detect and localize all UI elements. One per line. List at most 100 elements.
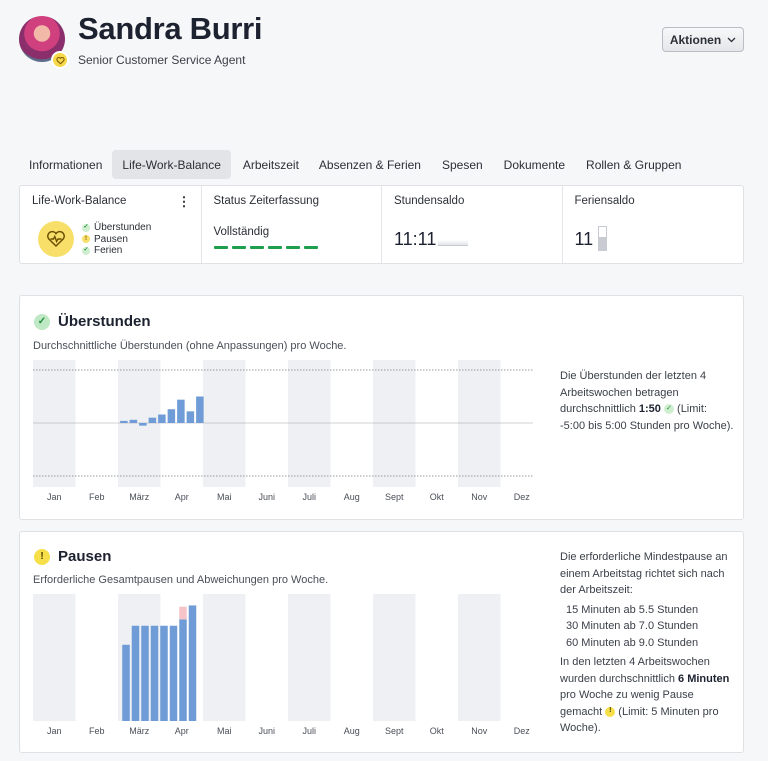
card-title: Status Zeiterfassung: [213, 195, 319, 207]
card-feriensaldo[interactable]: Feriensaldo 11: [563, 186, 744, 263]
month-tick-label: Okt: [430, 492, 445, 502]
month-tick-label: Juni: [258, 726, 275, 736]
month-band: [203, 594, 246, 721]
month-tick-label: Okt: [430, 726, 445, 736]
status-item-pausen: ! Pausen: [82, 234, 151, 246]
actions-button[interactable]: Aktionen: [662, 27, 744, 52]
ueberstunden-chart: Jan Feb März Apr Mai Juni Juli Aug Sept Okt Nov Dez: [33, 360, 533, 502]
month-band: [33, 594, 76, 721]
card-status-zeiterfassung[interactable]: Status Zeiterfassung Vollständig: [202, 186, 382, 263]
card-title: Stundensaldo: [394, 195, 465, 207]
chevron-down-icon: [727, 37, 736, 42]
status-item-ueberstunden: ✓ Überstunden: [82, 222, 152, 233]
month-band: [33, 360, 76, 487]
tab-bar: Informationen Life-Work-Balance Arbeitsz…: [19, 150, 692, 179]
feriensaldo-gauge: [597, 226, 607, 251]
overtime-bar: [186, 411, 195, 423]
more-options-icon[interactable]: ⋮: [178, 194, 191, 210]
pausen-panel: ! Pausen Erforderliche Gesamtpausen und …: [19, 531, 744, 753]
ueberstunden-heading: ✓ Überstunden: [34, 313, 151, 330]
stundensaldo-value: 11:11: [394, 229, 437, 249]
month-tick-label: Juni: [258, 492, 275, 502]
warning-icon: !: [82, 235, 90, 244]
month-tick-label: Sept: [385, 726, 404, 736]
overtime-bar: [148, 417, 157, 423]
status-value: Vollständig: [213, 226, 270, 238]
break-bar: [131, 625, 140, 721]
pausen-heading: ! Pausen: [34, 548, 111, 565]
card-stundensaldo[interactable]: Stundensaldo 11:11: [382, 186, 563, 263]
break-bar: [169, 625, 178, 721]
month-tick-label: Aug: [344, 492, 360, 502]
overtime-bar: [129, 419, 138, 423]
check-icon: ✓: [663, 404, 674, 415]
month-tick-label: Dez: [514, 726, 531, 736]
pausen-chart: Jan Feb März Apr Mai Juni Juli Aug Sept Okt Nov Dez: [33, 594, 531, 736]
pausen-rule: 30 Minuten ab 7.0 Stunden: [566, 620, 699, 632]
actions-button-label: Aktionen: [669, 32, 722, 47]
overtime-bar: [139, 423, 147, 426]
pausen-description: Die erforderliche Mindestpause an einem …: [560, 549, 735, 737]
tab-dokumente[interactable]: Dokumente: [494, 150, 575, 179]
month-tick-label: März: [129, 726, 149, 736]
ueberstunden-panel: ✓ Überstunden Durchschnittliche Überstun…: [19, 295, 744, 520]
break-bar: [188, 605, 197, 721]
month-tick-label: Juli: [302, 726, 316, 736]
ueberstunden-average: 1:50: [638, 403, 661, 415]
card-title: Feriensaldo: [574, 195, 635, 207]
summary-cards: Life-Work-Balance ⋮ ✓ Überstunden ! Pausen…: [19, 185, 744, 264]
tab-absenzen-ferien[interactable]: Absenzen & Ferien: [309, 150, 431, 179]
month-band: [288, 360, 331, 487]
month-band: [373, 360, 416, 487]
tab-life-work-balance[interactable]: Life-Work-Balance: [112, 150, 231, 179]
month-tick-label: Nov: [471, 726, 488, 736]
month-tick-label: Sept: [385, 492, 404, 502]
month-tick-label: Nov: [471, 492, 488, 502]
card-life-work-balance[interactable]: Life-Work-Balance ⋮ ✓ Überstunden ! Pausen…: [20, 186, 202, 263]
warning-icon: !: [605, 706, 616, 717]
month-band: [203, 360, 246, 487]
pausen-rule: 60 Minuten ab 9.0 Stunden: [566, 636, 699, 649]
month-tick-label: März: [129, 492, 149, 502]
tab-informationen[interactable]: Informationen: [19, 150, 112, 179]
feriensaldo-value: 11: [574, 229, 594, 249]
overtime-bar: [158, 414, 166, 423]
month-tick-label: Dez: [514, 492, 531, 502]
month-tick-label: Jan: [47, 726, 62, 736]
month-tick-label: Juli: [302, 492, 316, 502]
tab-arbeitszeit[interactable]: Arbeitszeit: [233, 150, 309, 179]
completion-indicator: [213, 246, 318, 249]
break-bar: [160, 625, 168, 721]
warning-circle-icon: !: [34, 548, 50, 565]
month-tick-label: Apr: [175, 492, 189, 502]
pausen-average: 6 Minuten: [678, 672, 730, 685]
month-band: [373, 594, 416, 721]
overtime-bar: [196, 396, 204, 423]
status-item-ferien: ✓ Ferien: [82, 245, 123, 256]
ueberstunden-description: Die Überstunden der letzten 4 Arbeitswoc…: [560, 370, 734, 432]
month-tick-label: Mai: [217, 726, 232, 736]
month-tick-label: Feb: [89, 492, 105, 502]
break-deviation-bar: [179, 606, 187, 620]
break-bar: [179, 619, 187, 721]
tab-rollen-gruppen[interactable]: Rollen & Gruppen: [575, 150, 692, 179]
month-tick-label: Aug: [344, 726, 360, 736]
break-bar: [150, 625, 159, 721]
pausen-intro: Die erforderliche Mindestpause an einem …: [560, 551, 728, 596]
pausen-subtitle: Erforderliche Gesamtpausen und Abweichun…: [33, 574, 329, 586]
check-icon: ✓: [82, 246, 90, 255]
check-icon: ✓: [82, 223, 90, 232]
overtime-bar: [177, 399, 185, 423]
profile-header: Sandra Burri Senior Customer Service Age…: [0, 0, 768, 140]
month-tick-label: Apr: [175, 726, 189, 736]
heart-badge-icon: [51, 51, 69, 69]
card-title: Life-Work-Balance: [32, 195, 127, 207]
profile-role: Senior Customer Service Agent: [78, 53, 246, 67]
heartbeat-icon: [38, 221, 74, 257]
profile-name: Sandra Burri: [78, 11, 263, 46]
month-tick-label: Feb: [89, 726, 105, 736]
ueberstunden-subtitle: Durchschnittliche Überstunden (ohne Anpa…: [33, 340, 347, 352]
overtime-bar: [120, 420, 128, 423]
stundensaldo-sparkline: [438, 240, 468, 246]
tab-spesen[interactable]: Spesen: [431, 150, 494, 179]
